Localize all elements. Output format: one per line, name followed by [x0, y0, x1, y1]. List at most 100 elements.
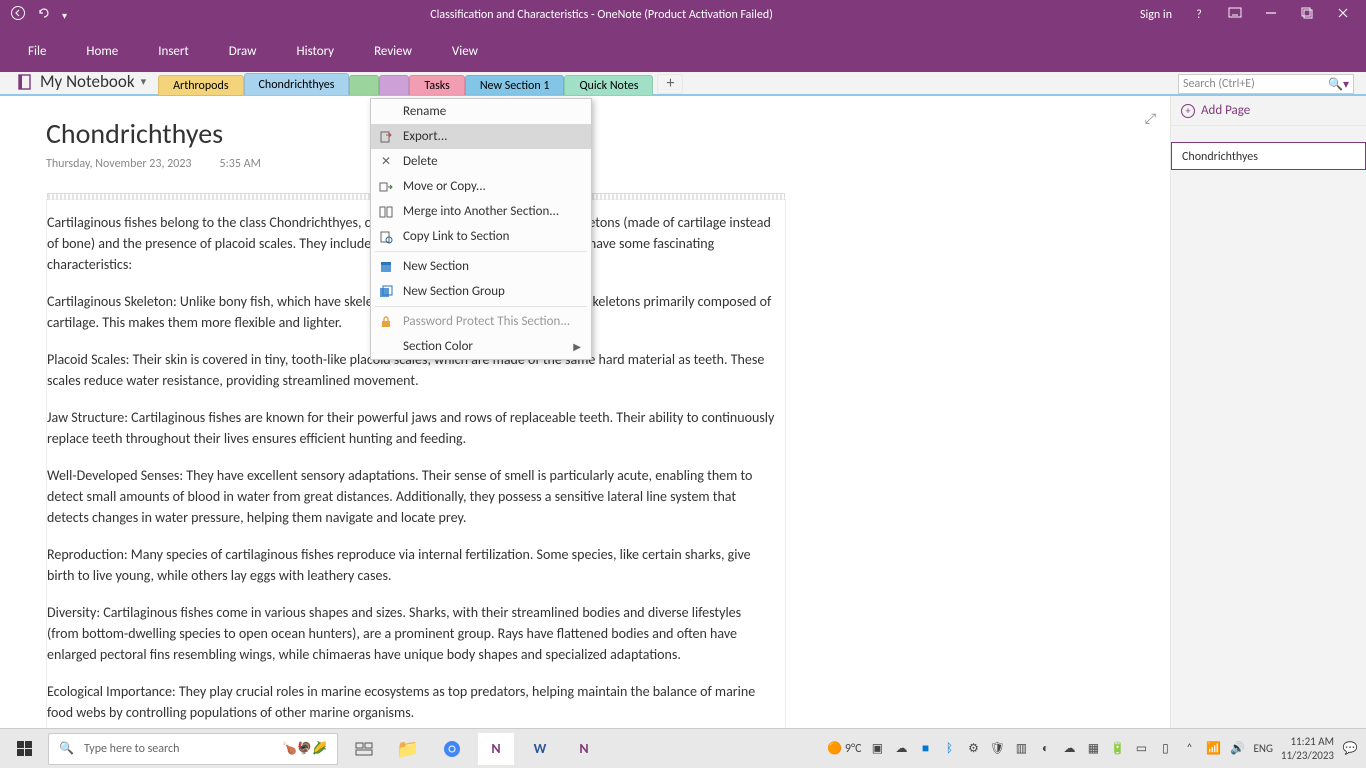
cloud-icon[interactable]: ☁: [893, 741, 909, 757]
page-list-item[interactable]: Chondrichthyes: [1171, 142, 1366, 170]
menu-item[interactable]: ✕Delete: [371, 149, 591, 174]
chevron-down-icon: ▾: [141, 75, 147, 88]
section-icon: [377, 258, 395, 276]
system-tray: 🟠 9°C ▣ ☁ ■ ᛒ ⚙ 🛡 ▥ ◐ ☁ ▦ 🔋 ▭ ▯ ˄ 📶 🔊 EN…: [827, 735, 1366, 761]
menu-item-label: Merge into Another Section...: [403, 204, 559, 219]
section-tab[interactable]: Arthropods: [158, 75, 243, 95]
weather-widget[interactable]: 🟠 9°C: [827, 741, 861, 756]
maximize-button[interactable]: [1298, 7, 1316, 23]
clock-date: 11/23/2023: [1281, 749, 1334, 762]
volume-icon[interactable]: 🔊: [1229, 741, 1245, 757]
word-icon[interactable]: W: [522, 733, 558, 765]
onenote-icon[interactable]: N: [478, 733, 514, 765]
start-button[interactable]: [0, 741, 48, 756]
page-time: 5:35 AM: [220, 157, 261, 171]
chrome-icon[interactable]: [434, 733, 470, 765]
menu-item-label: Password Protect This Section...: [403, 314, 570, 329]
ribbon-tab-review[interactable]: Review: [354, 34, 432, 69]
main-area: ⤢ Chondrichthyes Thursday, November 23, …: [0, 94, 1366, 730]
note-paragraph[interactable]: Diversity: Cartilaginous fishes come in …: [47, 602, 775, 665]
security-icon[interactable]: 🛡: [989, 741, 1005, 757]
menu-item[interactable]: Rename: [371, 99, 591, 124]
menu-item-label: Section Color: [403, 339, 473, 354]
minimize-button[interactable]: [1262, 7, 1280, 23]
search-hero-icons: 🍗🦃🌽: [282, 741, 327, 756]
add-section-button[interactable]: +: [657, 74, 683, 94]
ribbon-tab-draw[interactable]: Draw: [209, 34, 277, 69]
onenote-icon-2[interactable]: N: [566, 733, 602, 765]
menu-item[interactable]: Merge into Another Section...: [371, 199, 591, 224]
back-icon[interactable]: [10, 5, 26, 25]
help-icon[interactable]: ?: [1190, 8, 1208, 22]
battery-icon[interactable]: 🔋: [1109, 741, 1125, 757]
ribbon-tab-home[interactable]: Home: [66, 34, 138, 69]
notebook-icon: [16, 73, 34, 91]
ribbon-tab-history[interactable]: History: [276, 34, 354, 69]
tray-icon[interactable]: ▯: [1157, 741, 1173, 757]
menu-item[interactable]: Move or Copy...: [371, 174, 591, 199]
taskbar-pinned-apps: 📁 N W N: [346, 733, 602, 765]
tray-icon[interactable]: ▣: [869, 741, 885, 757]
ribbon: File Home Insert Draw History Review Vie…: [0, 30, 1366, 72]
ribbon-tab-insert[interactable]: Insert: [138, 34, 209, 69]
tray-icon[interactable]: ⚙: [965, 741, 981, 757]
tray-icon[interactable]: ◐: [1037, 741, 1053, 757]
section-tab[interactable]: Chondrichthyes: [244, 73, 350, 95]
menu-item-label: Export...: [403, 129, 447, 144]
section-tab[interactable]: New Section 1: [465, 75, 565, 95]
menu-item-label: Delete: [403, 154, 438, 169]
menu-item-label: Copy Link to Section: [403, 229, 509, 244]
menu-separator: [375, 251, 587, 252]
wifi-icon[interactable]: 📶: [1205, 741, 1221, 757]
search-icon: 🔍: [59, 741, 74, 756]
task-view-icon[interactable]: [346, 733, 382, 765]
menu-item[interactable]: Copy Link to Section: [371, 224, 591, 249]
notifications-icon[interactable]: 💬: [1342, 741, 1358, 757]
section-tab[interactable]: Quick Notes: [564, 75, 653, 95]
title-bar: ▾ Classification and Characteristics - O…: [0, 0, 1366, 30]
menu-item-label: Rename: [403, 104, 446, 119]
tray-icon[interactable]: ▥: [1013, 741, 1029, 757]
bluetooth-icon[interactable]: ᛒ: [941, 741, 957, 757]
onedrive-icon[interactable]: ☁: [1061, 741, 1077, 757]
menu-item[interactable]: New Section: [371, 254, 591, 279]
taskbar-clock[interactable]: 11:21 AM 11/23/2023: [1281, 735, 1334, 761]
windows-taskbar: 🔍 Type here to search 🍗🦃🌽 📁 N W N 🟠 9°C …: [0, 728, 1366, 768]
ribbon-display-options-icon[interactable]: [1226, 6, 1244, 24]
file-explorer-icon[interactable]: 📁: [390, 733, 426, 765]
ribbon-tab-file[interactable]: File: [8, 34, 66, 69]
link-icon: [377, 228, 395, 246]
window-title: Classification and Characteristics - One…: [77, 8, 1126, 22]
taskbar-search-input[interactable]: 🔍 Type here to search 🍗🦃🌽: [48, 733, 338, 765]
tray-icon[interactable]: ▭: [1133, 741, 1149, 757]
tray-icon[interactable]: ■: [917, 741, 933, 757]
search-input[interactable]: Search (Ctrl+E) 🔍▾: [1178, 74, 1354, 94]
menu-item-label: Move or Copy...: [403, 179, 486, 194]
fullscreen-icon[interactable]: ⤢: [1145, 110, 1156, 127]
section-tab[interactable]: Tasks: [409, 75, 464, 95]
windows-logo-icon: [17, 741, 32, 756]
signin-link[interactable]: Sign in: [1140, 8, 1172, 22]
ribbon-tab-view[interactable]: View: [432, 34, 498, 69]
merge-icon: [377, 203, 395, 221]
close-button[interactable]: [1334, 7, 1352, 23]
chevron-up-icon[interactable]: ˄: [1181, 741, 1197, 757]
add-page-label: Add Page: [1201, 103, 1250, 118]
language-indicator[interactable]: ENG: [1253, 742, 1272, 755]
undo-icon[interactable]: [36, 5, 52, 25]
page-list-pane: + Add Page Chondrichthyes: [1170, 96, 1366, 730]
tray-icon[interactable]: ▦: [1085, 741, 1101, 757]
note-paragraph[interactable]: Well-Developed Senses: They have excelle…: [47, 465, 775, 528]
qat-customize-icon[interactable]: ▾: [62, 9, 67, 22]
menu-item[interactable]: Password Protect This Section...: [371, 309, 591, 334]
note-paragraph[interactable]: Jaw Structure: Cartilaginous fishes are …: [47, 407, 775, 449]
note-paragraph[interactable]: Ecological Importance: They play crucial…: [47, 681, 775, 723]
notebook-selector[interactable]: My Notebook ▾: [10, 71, 154, 94]
note-paragraph[interactable]: Reproduction: Many species of cartilagin…: [47, 544, 775, 586]
menu-item[interactable]: New Section Group: [371, 279, 591, 304]
section-tab[interactable]: [349, 75, 379, 95]
menu-item[interactable]: Section Color▶: [371, 334, 591, 359]
menu-item[interactable]: Export...: [371, 124, 591, 149]
section-tab[interactable]: [379, 75, 409, 95]
add-page-button[interactable]: + Add Page: [1171, 96, 1366, 126]
